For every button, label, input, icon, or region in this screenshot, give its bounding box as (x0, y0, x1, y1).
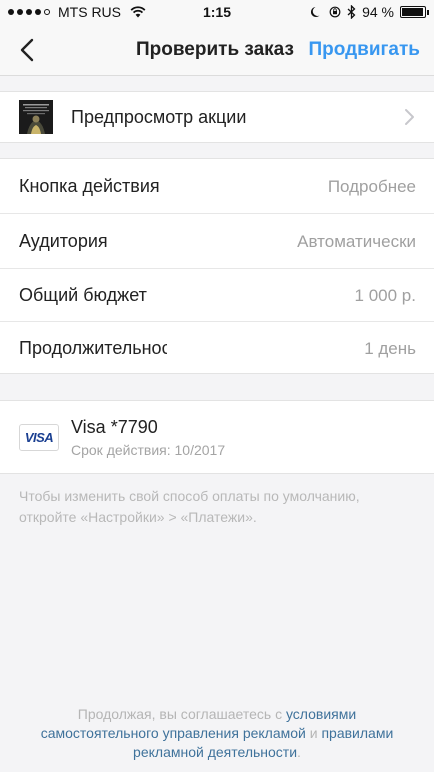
battery-fill (402, 8, 423, 16)
terms-prefix: Продолжая, вы соглашаетесь с (77, 706, 286, 722)
page-title: Проверить заказ (136, 39, 294, 60)
terms-middle: и (305, 725, 322, 741)
chevron-right-icon (405, 109, 414, 125)
payment-info-text: Чтобы изменить свой способ оплаты по умо… (19, 488, 360, 525)
rotation-lock-icon (329, 6, 341, 18)
row-value: Автоматически (297, 232, 416, 251)
visa-card-icon: VISA (19, 424, 59, 451)
back-chevron-icon[interactable] (14, 36, 42, 64)
budget-row[interactable]: Общий бюджет 1 000 р. (0, 268, 434, 322)
terms-suffix: . (297, 744, 301, 760)
thumbnail-image (19, 100, 53, 134)
battery-percent: 94 % (362, 4, 394, 20)
call-to-action-row[interactable]: Кнопка действия Подробнее (0, 159, 434, 213)
payment-method-row[interactable]: VISA Visa *7790 Срок действия: 10/2017 (0, 400, 434, 474)
moon-icon (311, 7, 320, 17)
audience-row[interactable]: Аудитория Автоматически (0, 214, 434, 268)
row-value: 1 день (364, 339, 416, 358)
preview-label: Предпросмотр акции (71, 107, 247, 127)
row-label: Аудитория (19, 231, 108, 251)
promotion-preview-row[interactable]: Предпросмотр акции (0, 91, 434, 143)
row-label: Кнопка действия (19, 176, 160, 196)
card-expiry: Срок действия: 10/2017 (71, 442, 226, 458)
status-bar: MTS RUS 1:15 94 % (0, 0, 434, 24)
card-name: Visa *7790 (71, 417, 158, 437)
card-logo-text: VISA (24, 430, 54, 445)
row-value: 1 000 р. (354, 286, 416, 305)
promote-button[interactable]: Продвигать (308, 39, 420, 61)
row-label: Продолжительность (19, 338, 167, 358)
duration-row[interactable]: Продолжительность 1 день (0, 321, 434, 375)
promotion-thumbnail (19, 100, 53, 134)
terms-notice: Продолжая, вы соглашаетесь с условиями с… (22, 705, 412, 762)
nav-bar: Проверить заказ Продвигать (0, 24, 434, 76)
row-label: Общий бюджет (19, 285, 147, 305)
status-right: 94 % (311, 4, 429, 20)
row-value: Подробнее (327, 177, 416, 196)
bluetooth-icon (347, 5, 356, 19)
order-settings: Кнопка действия Подробнее Аудитория Авто… (0, 158, 434, 374)
battery-icon (400, 6, 429, 18)
